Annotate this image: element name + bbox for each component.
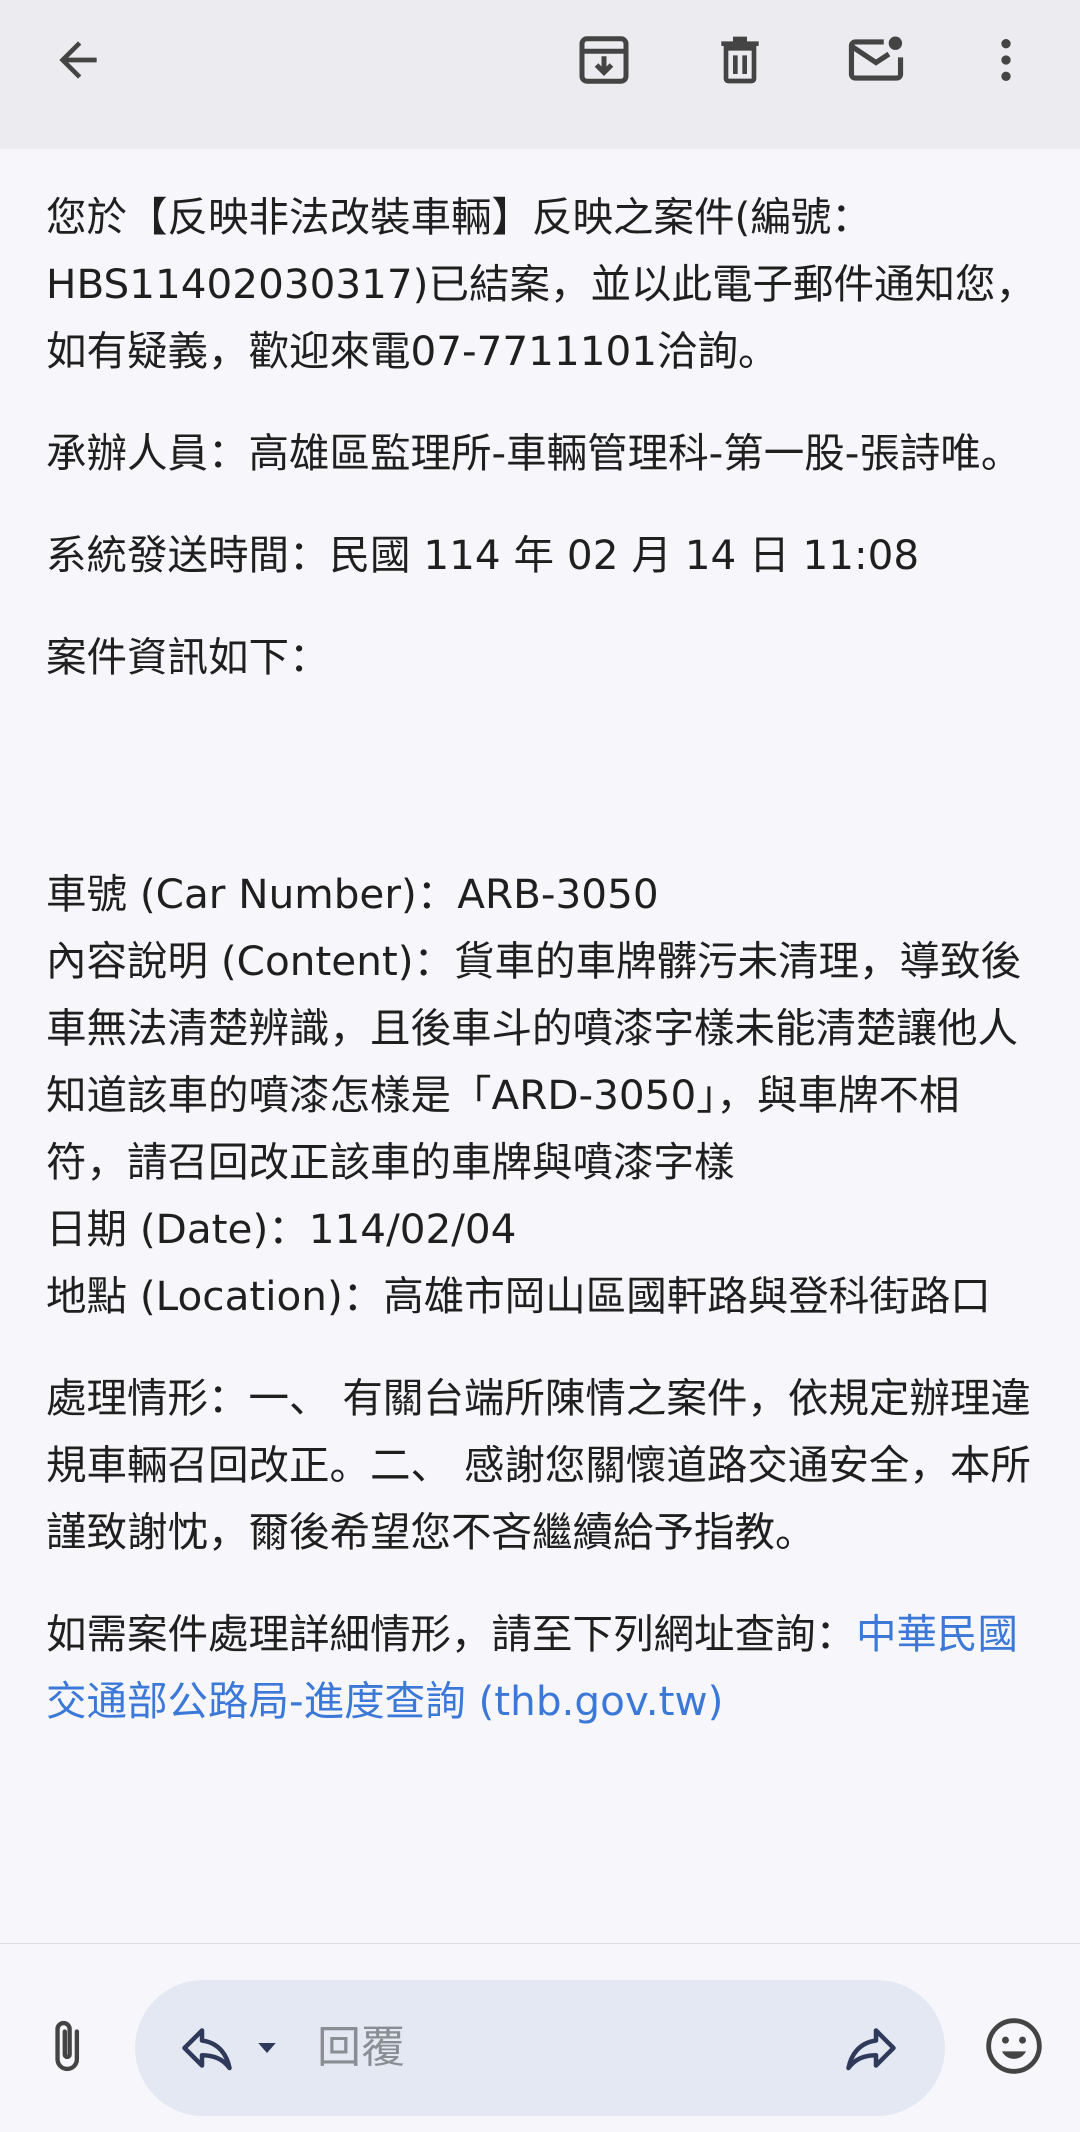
emoji-icon[interactable] bbox=[974, 2006, 1054, 2086]
content-line: 內容說明 (Content)：貨車的車牌髒污未清理，導致後車無法清楚辨識，且後車… bbox=[46, 937, 1022, 1186]
email-body: 您於【反映非法改裝車輛】反映之案件(編號：HBS11402030317)已結案，… bbox=[46, 149, 1036, 1735]
more-vert-icon[interactable] bbox=[968, 22, 1044, 98]
date-line: 日期 (Date)：114/02/04 bbox=[46, 1205, 517, 1253]
archive-icon[interactable] bbox=[566, 22, 642, 98]
reply-options-chevron-icon[interactable] bbox=[247, 2028, 287, 2068]
mark-unread-icon[interactable] bbox=[838, 22, 914, 98]
case-details: 車號 (Car Number)：ARB-3050 內容說明 (Content)：… bbox=[46, 861, 1036, 1330]
forward-icon[interactable] bbox=[835, 2012, 907, 2084]
back-arrow-icon[interactable] bbox=[40, 22, 116, 98]
top-app-bar bbox=[0, 0, 1080, 149]
query-paragraph: 如需案件處理詳細情形，請至下列網址查詢：中華民國交通部公路局-進度查詢 (thb… bbox=[46, 1601, 1036, 1735]
info-heading: 案件資訊如下： bbox=[46, 633, 330, 681]
intro-paragraph: 您於【反映非法改裝車輛】反映之案件(編號：HBS11402030317)已結案，… bbox=[46, 193, 1036, 375]
car-number-line: 車號 (Car Number)：ARB-3050 bbox=[46, 870, 659, 918]
delete-icon[interactable] bbox=[702, 22, 778, 98]
sent-time-paragraph: 系統發送時間：民國 114 年 02 月 14 日 11:08 bbox=[46, 531, 920, 579]
bottom-reply-bar: 回覆 bbox=[0, 1944, 1080, 2132]
query-prefix: 如需案件處理詳細情形，請至下列網址查詢： bbox=[46, 1610, 856, 1658]
attachment-icon[interactable] bbox=[28, 2008, 104, 2084]
reply-field[interactable]: 回覆 bbox=[135, 1980, 945, 2116]
location-line: 地點 (Location)：高雄市岡山區國軒路與登科街路口 bbox=[46, 1272, 991, 1320]
handling-paragraph: 處理情形：一、 有關台端所陳情之案件，依規定辦理違規車輛召回改正。二、 感謝您關… bbox=[46, 1374, 1031, 1556]
reply-placeholder: 回覆 bbox=[317, 2022, 405, 2073]
handler-paragraph: 承辦人員：高雄區監理所-車輛管理科-第一股-張詩唯。 bbox=[46, 429, 1022, 477]
reply-icon[interactable] bbox=[171, 2012, 243, 2084]
